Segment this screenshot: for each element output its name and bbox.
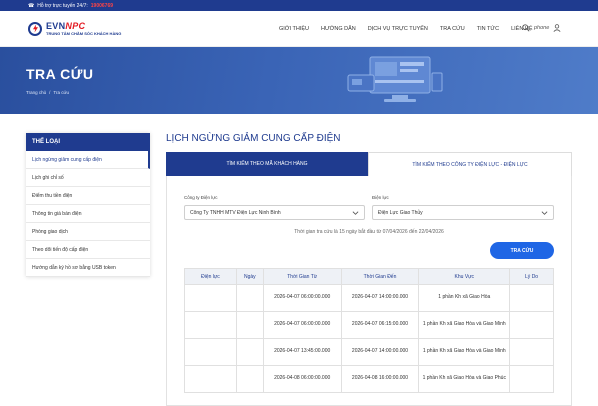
table-header-row: Điện lực Ngày Thời Gian Từ Thời Gian Đến… bbox=[184, 268, 554, 285]
nav-item-lookup[interactable]: TRA CỨU bbox=[440, 26, 465, 32]
table-cell bbox=[184, 338, 237, 366]
sidebar-item-meter-reading[interactable]: Lịch ghi chỉ số bbox=[26, 169, 150, 187]
breadcrumb: Trang chủ / Tra cứu bbox=[26, 90, 69, 95]
table-cell bbox=[235, 338, 264, 366]
search-button[interactable]: TRA CỨU bbox=[490, 242, 554, 259]
table-cell: 2026-04-08 06:00:00.000 bbox=[262, 365, 342, 393]
logo-brand: EVNNPC bbox=[46, 21, 86, 31]
hotline-number[interactable]: 19006769 bbox=[91, 3, 113, 9]
column-header: Thời Gian Đến bbox=[340, 268, 420, 285]
breadcrumb-current: Tra cứu bbox=[53, 90, 69, 95]
table-cell bbox=[509, 338, 554, 366]
search-icon[interactable] bbox=[522, 24, 530, 32]
table-cell bbox=[509, 311, 554, 339]
phone-link[interactable]: phone bbox=[534, 25, 549, 31]
company-label: Công ty Điện lực bbox=[184, 195, 218, 200]
tab-search-by-company[interactable]: TÌM KIẾM THEO CÔNG TY ĐIỆN LỰC - ĐIỆN LỰ… bbox=[368, 152, 572, 176]
chevron-down-icon bbox=[352, 211, 359, 215]
company-select-value: Công Ty TNHH MTV Điện Lực Ninh Bình bbox=[190, 209, 281, 216]
table-cell: 2026-04-07 06:00:00.000 bbox=[262, 284, 342, 312]
table-cell: 2026-04-07 14:00:00.000 bbox=[340, 284, 420, 312]
table-cell: 1 phần Kh xã Giao Hòa bbox=[418, 284, 511, 312]
page-banner: TRA CỨU Trang chủ / Tra cứu bbox=[0, 47, 598, 114]
sidebar-item-supply-progress[interactable]: Theo dõi tiến độ cấp điện bbox=[26, 241, 150, 259]
page-title: TRA CỨU bbox=[26, 66, 94, 82]
table-cell: 2026-04-07 14:00:00.000 bbox=[340, 338, 420, 366]
logo-mark-icon bbox=[28, 21, 42, 36]
main-nav: GIỚI THIỆU HƯỚNG DẪN DỊCH VỤ TRỰC TUYẾN … bbox=[279, 26, 533, 32]
sidebar-item-payment-points[interactable]: Điểm thu tiền điện bbox=[26, 187, 150, 205]
category-sidebar: THỂ LOẠI Lịch ngừng giảm cung cấp điện L… bbox=[26, 133, 150, 277]
search-panel: Công ty Điện lực Công Ty TNHH MTV Điện L… bbox=[166, 176, 572, 406]
search-tabs: TÌM KIẾM THEO MÃ KHÁCH HÀNG TÌM KIẾM THE… bbox=[166, 152, 572, 176]
section-title: LỊCH NGỪNG GIẢM CUNG CẤP ĐIỆN bbox=[166, 133, 341, 144]
sidebar-heading: THỂ LOẠI bbox=[26, 133, 150, 151]
sidebar-item-transaction-office[interactable]: Phòng giao dịch bbox=[26, 223, 150, 241]
table-cell bbox=[509, 365, 554, 393]
table-cell: 2026-04-07 13:45:00.000 bbox=[262, 338, 342, 366]
table-cell bbox=[184, 311, 237, 339]
logo-subtitle: TRUNG TÂM CHĂM SÓC KHÁCH HÀNG bbox=[46, 31, 122, 36]
phone-icon: ☎ bbox=[28, 2, 35, 9]
sidebar-item-outage-schedule[interactable]: Lịch ngừng giảm cung cấp điện bbox=[26, 151, 150, 169]
banner-illustration bbox=[347, 56, 443, 102]
hotline-label: Hỗ trợ trực tuyến 24/7: bbox=[37, 2, 88, 9]
table-cell bbox=[235, 284, 264, 312]
table-row: 2026-04-08 06:00:00.000 2026-04-08 16:00… bbox=[184, 365, 554, 393]
table-cell: 1 phần Kh xã Giao Hòa và Giao Minh bbox=[418, 338, 511, 366]
table-cell bbox=[509, 284, 554, 312]
table-cell bbox=[235, 311, 264, 339]
table-row: 2026-04-07 06:00:00.000 2026-04-07 06:15… bbox=[184, 311, 554, 339]
user-icon[interactable] bbox=[553, 24, 561, 32]
date-range-note: Thời gian tra cứu là 15 ngày bắt đầu từ … bbox=[294, 229, 444, 235]
sidebar-item-usb-token-guide[interactable]: Hướng dẫn ký hồ sơ bằng USB token bbox=[26, 259, 150, 277]
outage-table: Điện lực Ngày Thời Gian Từ Thời Gian Đến… bbox=[184, 268, 554, 393]
table-row: 2026-04-07 13:45:00.000 2026-04-07 14:00… bbox=[184, 338, 554, 366]
table-cell: 2026-04-07 06:00:00.000 bbox=[262, 311, 342, 339]
nav-item-news[interactable]: TIN TỨC bbox=[477, 26, 499, 32]
column-header: Lý Do bbox=[509, 268, 554, 285]
top-bar: ☎ Hỗ trợ trực tuyến 24/7: 19006769 bbox=[0, 0, 598, 11]
table-row: 2026-04-07 06:00:00.000 2026-04-07 14:00… bbox=[184, 284, 554, 312]
column-header: Khu Vực bbox=[418, 268, 511, 285]
breadcrumb-home[interactable]: Trang chủ bbox=[26, 90, 46, 95]
unit-select-value: Điện Lực Giao Thủy bbox=[378, 209, 423, 216]
column-header: Ngày bbox=[235, 268, 264, 285]
tab-search-by-customer-code[interactable]: TÌM KIẾM THEO MÃ KHÁCH HÀNG bbox=[166, 152, 368, 176]
nav-item-guide[interactable]: HƯỚNG DẪN bbox=[321, 26, 356, 32]
table-cell bbox=[184, 365, 237, 393]
nav-item-online-services[interactable]: DỊCH VỤ TRỰC TUYẾN bbox=[368, 26, 428, 32]
table-cell bbox=[184, 284, 237, 312]
table-cell: 1 phần Kh xã Giao Hòa và Giao Phúc bbox=[418, 365, 511, 393]
table-cell: 1 phần Kh xã Giao Hòa và Giao Minh bbox=[418, 311, 511, 339]
logo[interactable]: EVNNPC TRUNG TÂM CHĂM SÓC KHÁCH HÀNG bbox=[28, 21, 121, 36]
nav-item-about[interactable]: GIỚI THIỆU bbox=[279, 26, 309, 32]
column-header: Điện lực bbox=[184, 268, 237, 285]
column-header: Thời Gian Từ bbox=[262, 268, 342, 285]
sidebar-item-electricity-prices[interactable]: Thông tin giá bán điện bbox=[26, 205, 150, 223]
chevron-down-icon bbox=[541, 211, 548, 215]
unit-label: Điện lực bbox=[372, 195, 389, 200]
table-cell: 2026-04-07 06:15:00.000 bbox=[340, 311, 420, 339]
company-select[interactable]: Công Ty TNHH MTV Điện Lực Ninh Bình bbox=[184, 205, 365, 220]
breadcrumb-separator: / bbox=[49, 90, 51, 95]
table-cell: 2026-04-08 16:00:00.000 bbox=[340, 365, 420, 393]
table-cell bbox=[235, 365, 264, 393]
header-tools: phone bbox=[522, 24, 561, 32]
site-header: EVNNPC TRUNG TÂM CHĂM SÓC KHÁCH HÀNG GIỚ… bbox=[0, 11, 598, 47]
unit-select[interactable]: Điện Lực Giao Thủy bbox=[372, 205, 554, 220]
